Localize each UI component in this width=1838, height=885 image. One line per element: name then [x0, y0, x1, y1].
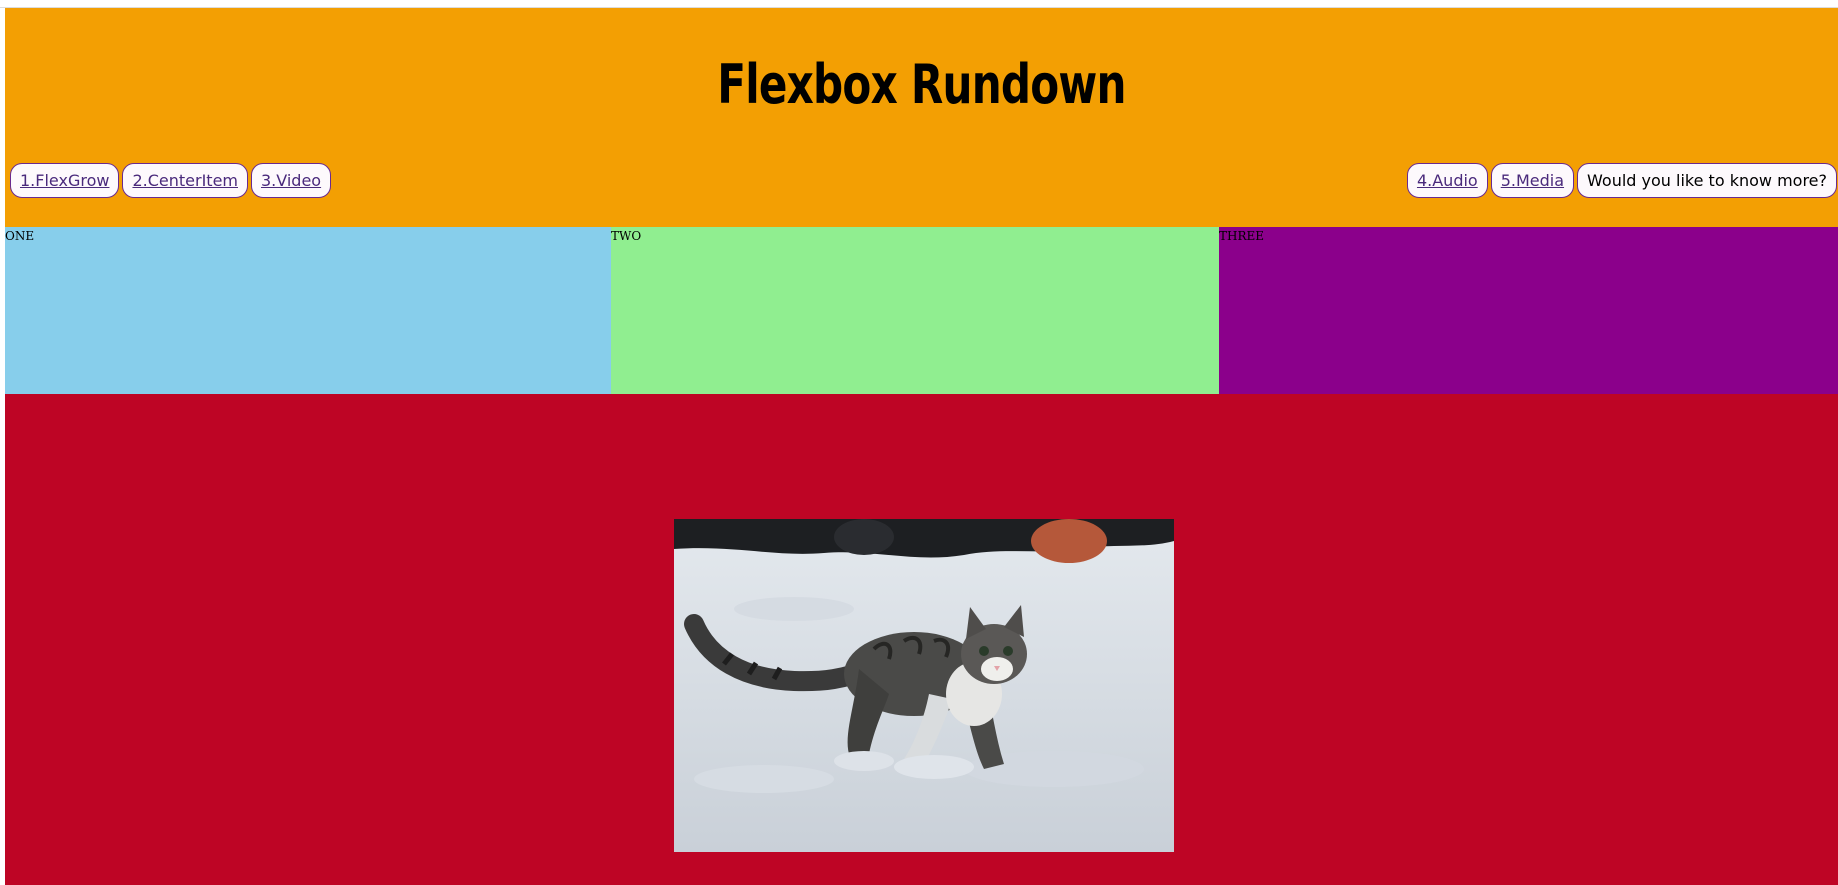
box-three: THREE	[1219, 227, 1838, 394]
page-title: Flexbox Rundown	[717, 53, 1126, 116]
nav-link-media[interactable]: 5.Media	[1490, 163, 1575, 198]
nav-right: 4.Audio 5.Media Would you like to know m…	[1406, 163, 1837, 198]
nav-link-audio[interactable]: 4.Audio	[1406, 163, 1488, 198]
nav-link-flexgrow[interactable]: 1.FlexGrow	[10, 163, 120, 198]
know-more-button[interactable]: Would you like to know more?	[1577, 163, 1837, 198]
flex-boxes: ONE TWO THREE	[5, 227, 1838, 394]
page-header: Flexbox Rundown 1.FlexGrow 2.CenterItem …	[5, 8, 1838, 227]
nav-link-video[interactable]: 3.Video	[251, 163, 332, 198]
cat-in-snow-photo	[674, 519, 1174, 852]
box-two: TWO	[611, 227, 1219, 394]
top-border	[0, 0, 1838, 8]
nav-left: 1.FlexGrow 2.CenterItem 3.Video	[10, 163, 332, 198]
nav-link-centeritem[interactable]: 2.CenterItem	[122, 163, 248, 198]
box-one: ONE	[5, 227, 611, 394]
media-section	[5, 394, 1838, 885]
